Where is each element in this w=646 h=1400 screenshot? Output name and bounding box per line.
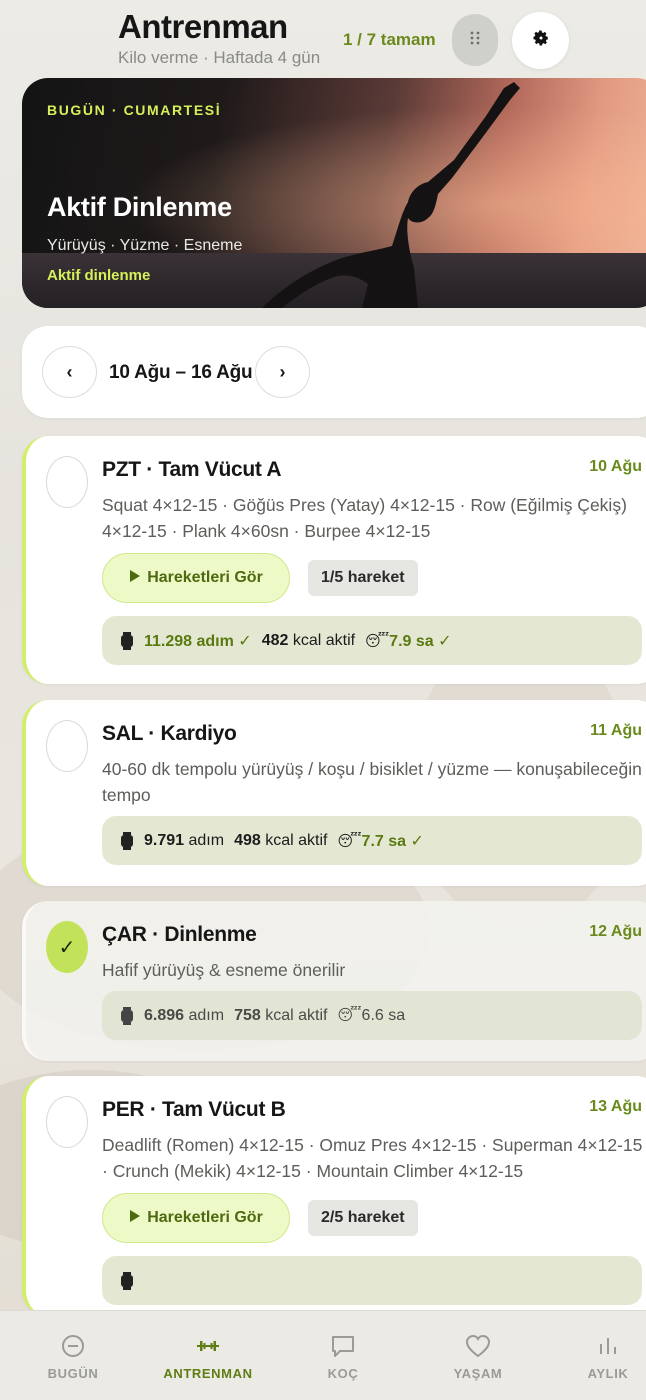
nav-label: BUGÜN xyxy=(47,1365,99,1381)
day-title: ÇAR · Dinlenme xyxy=(102,923,257,946)
heart-icon xyxy=(465,1334,491,1357)
progress-badge: 1 / 7 tamam xyxy=(343,30,436,49)
day-title: PER · Tam Vücut B xyxy=(102,1098,286,1121)
day-card-tuesday[interactable]: SAL · Kardiyo 11 Ağu 40-60 dk tempolu yü… xyxy=(22,700,646,886)
kcal-label: kcal aktif xyxy=(265,1006,328,1024)
sleep-face-icon: 😴 xyxy=(337,832,362,850)
hero-subtitle: Yürüyüş · Yüzme · Esneme xyxy=(47,237,243,254)
kcal-label: kcal aktif xyxy=(265,831,328,849)
day-complete-checkbox[interactable]: ✓ xyxy=(46,921,88,973)
show-moves-button[interactable]: Hareketleri Gör xyxy=(102,553,290,603)
day-title: SAL · Kardiyo xyxy=(102,722,237,745)
dumbbell-icon xyxy=(197,1340,219,1351)
day-complete-checkbox[interactable] xyxy=(46,456,88,508)
hero-title: Aktif Dinlenme xyxy=(47,192,232,222)
grid-dots-icon xyxy=(470,31,480,49)
chevron-left-icon: ‹ xyxy=(66,361,73,382)
day-title: PZT · Tam Vücut A xyxy=(102,458,282,481)
yoga-silhouette-image xyxy=(262,82,520,308)
kcal-label: kcal aktif xyxy=(292,631,356,649)
kcal-value: 758 xyxy=(234,1006,261,1024)
steps-value: 6.896 xyxy=(144,1006,185,1024)
activity-stats-bar xyxy=(102,1256,642,1305)
day-complete-checkbox[interactable] xyxy=(46,720,88,772)
gear-icon xyxy=(532,29,550,52)
bar-chart-icon xyxy=(600,1337,616,1354)
day-card-wednesday[interactable]: ✓ ÇAR · Dinlenme 12 Ağu Hafif yürüyüş & … xyxy=(22,901,646,1061)
steps-label: adım xyxy=(188,1006,225,1024)
show-moves-button[interactable]: Hareketleri Gör xyxy=(102,1193,290,1243)
check-icon: ✓ xyxy=(58,936,76,959)
moves-progress-badge: 1/5 hareket xyxy=(308,560,418,596)
nav-tab-monthly[interactable]: AYLIK xyxy=(553,1311,646,1400)
nav-label: ANTRENMAN xyxy=(163,1365,253,1381)
activity-stats-bar: 11.298 adım ✓ 482 kcal aktif 😴7.9 sa ✓ xyxy=(102,616,642,665)
steps-stat: 6.896 adım xyxy=(144,1007,224,1025)
watch-icon xyxy=(121,1271,133,1290)
nav-label: KOÇ xyxy=(327,1365,359,1381)
kcal-value: 498 xyxy=(234,831,261,849)
show-moves-label: Hareketleri Gör xyxy=(147,569,263,586)
day-date: 12 Ağu xyxy=(589,923,642,940)
watch-icon xyxy=(121,831,133,850)
nav-tab-coach[interactable]: KOÇ xyxy=(283,1311,403,1400)
steps-label: adım xyxy=(188,831,225,849)
day-date: 10 Ağu xyxy=(589,458,642,475)
steps-value: 9.791 xyxy=(144,831,185,849)
hero-tag: Aktif dinlenme xyxy=(47,267,151,284)
nav-label: AYLIK xyxy=(587,1365,629,1381)
next-week-button[interactable]: › xyxy=(255,346,310,398)
day-date: 11 Ağu xyxy=(590,722,642,739)
show-moves-label: Hareketleri Gör xyxy=(147,1209,263,1226)
hero-day-label: BUGÜN · CUMARTESİ xyxy=(47,102,222,118)
day-exercises: Squat 4×12-15 · Göğüs Pres (Yatay) 4×12-… xyxy=(102,495,627,541)
watch-icon xyxy=(121,631,133,650)
chat-bubble-icon xyxy=(332,1335,354,1357)
sleep-value: 6.6 sa xyxy=(361,1007,406,1024)
day-complete-checkbox[interactable] xyxy=(46,1096,88,1148)
today-hero-card[interactable]: BUGÜN · CUMARTESİ Aktif Dinlenme Yürüyüş… xyxy=(22,78,646,308)
day-date: 13 Ağu xyxy=(589,1098,642,1115)
sleep-stat: 😴7.9 sa ✓ xyxy=(365,631,451,651)
nav-tab-today[interactable]: BUGÜN xyxy=(13,1311,133,1400)
app-header: Antrenman Kilo verme · Haftada 4 gün 1 /… xyxy=(0,0,646,78)
sleep-value: 7.7 sa ✓ xyxy=(361,832,424,850)
nav-tab-life[interactable]: YAŞAM xyxy=(418,1311,538,1400)
prev-week-button[interactable]: ‹ xyxy=(42,346,97,398)
page-subtitle: Kilo verme · Haftada 4 gün xyxy=(118,48,321,67)
nav-tab-workout[interactable]: ANTRENMAN xyxy=(148,1311,268,1400)
moves-progress-badge: 2/5 hareket xyxy=(308,1200,418,1236)
minus-circle-icon xyxy=(62,1334,84,1357)
nav-label: YAŞAM xyxy=(453,1365,503,1381)
sleep-value: 7.9 sa ✓ xyxy=(389,632,452,650)
day-exercises: 40-60 dk tempolu yürüyüş / koşu / bisikl… xyxy=(102,759,642,805)
kcal-stat: 498 kcal aktif xyxy=(234,832,327,850)
watch-icon xyxy=(121,1006,133,1025)
day-exercises: Hafif yürüyüş & esneme önerilir xyxy=(102,960,346,980)
page-title: Antrenman xyxy=(118,8,288,45)
play-icon xyxy=(129,1209,141,1227)
kcal-stat: 758 kcal aktif xyxy=(234,1007,327,1025)
grid-menu-button[interactable] xyxy=(452,14,498,66)
sleep-stat: 😴6.6 sa xyxy=(337,1006,405,1025)
kcal-stat: 482 kcal aktif xyxy=(262,632,355,650)
play-icon xyxy=(129,569,141,587)
sleep-face-icon: 😴 xyxy=(337,1007,362,1024)
week-selector: ‹ 10 Ağu – 16 Ağu › xyxy=(22,326,646,418)
steps-stat: 9.791 adım xyxy=(144,832,224,850)
chevron-right-icon: › xyxy=(279,361,286,382)
activity-stats-bar: 6.896 adım 758 kcal aktif 😴6.6 sa xyxy=(102,991,642,1040)
sleep-face-icon: 😴 xyxy=(365,632,390,650)
settings-button[interactable] xyxy=(512,12,569,69)
sleep-stat: 😴7.7 sa ✓ xyxy=(337,831,423,851)
day-exercises: Deadlift (Romen) 4×12-15 · Omuz Pres 4×1… xyxy=(102,1135,643,1181)
activity-stats-bar: 9.791 adım 498 kcal aktif 😴7.7 sa ✓ xyxy=(102,816,642,865)
steps-value: 11.298 adım ✓ xyxy=(144,632,252,650)
day-card-thursday[interactable]: PER · Tam Vücut B 13 Ağu Deadlift (Romen… xyxy=(22,1076,646,1316)
kcal-value: 482 xyxy=(261,631,289,649)
bottom-navigation: BUGÜN ANTRENMAN KOÇ YAŞAM AYLIK xyxy=(0,1310,646,1400)
day-card-monday[interactable]: PZT · Tam Vücut A 10 Ağu Squat 4×12-15 ·… xyxy=(22,436,646,684)
week-range-label: 10 Ağu – 16 Ağu xyxy=(109,362,253,383)
